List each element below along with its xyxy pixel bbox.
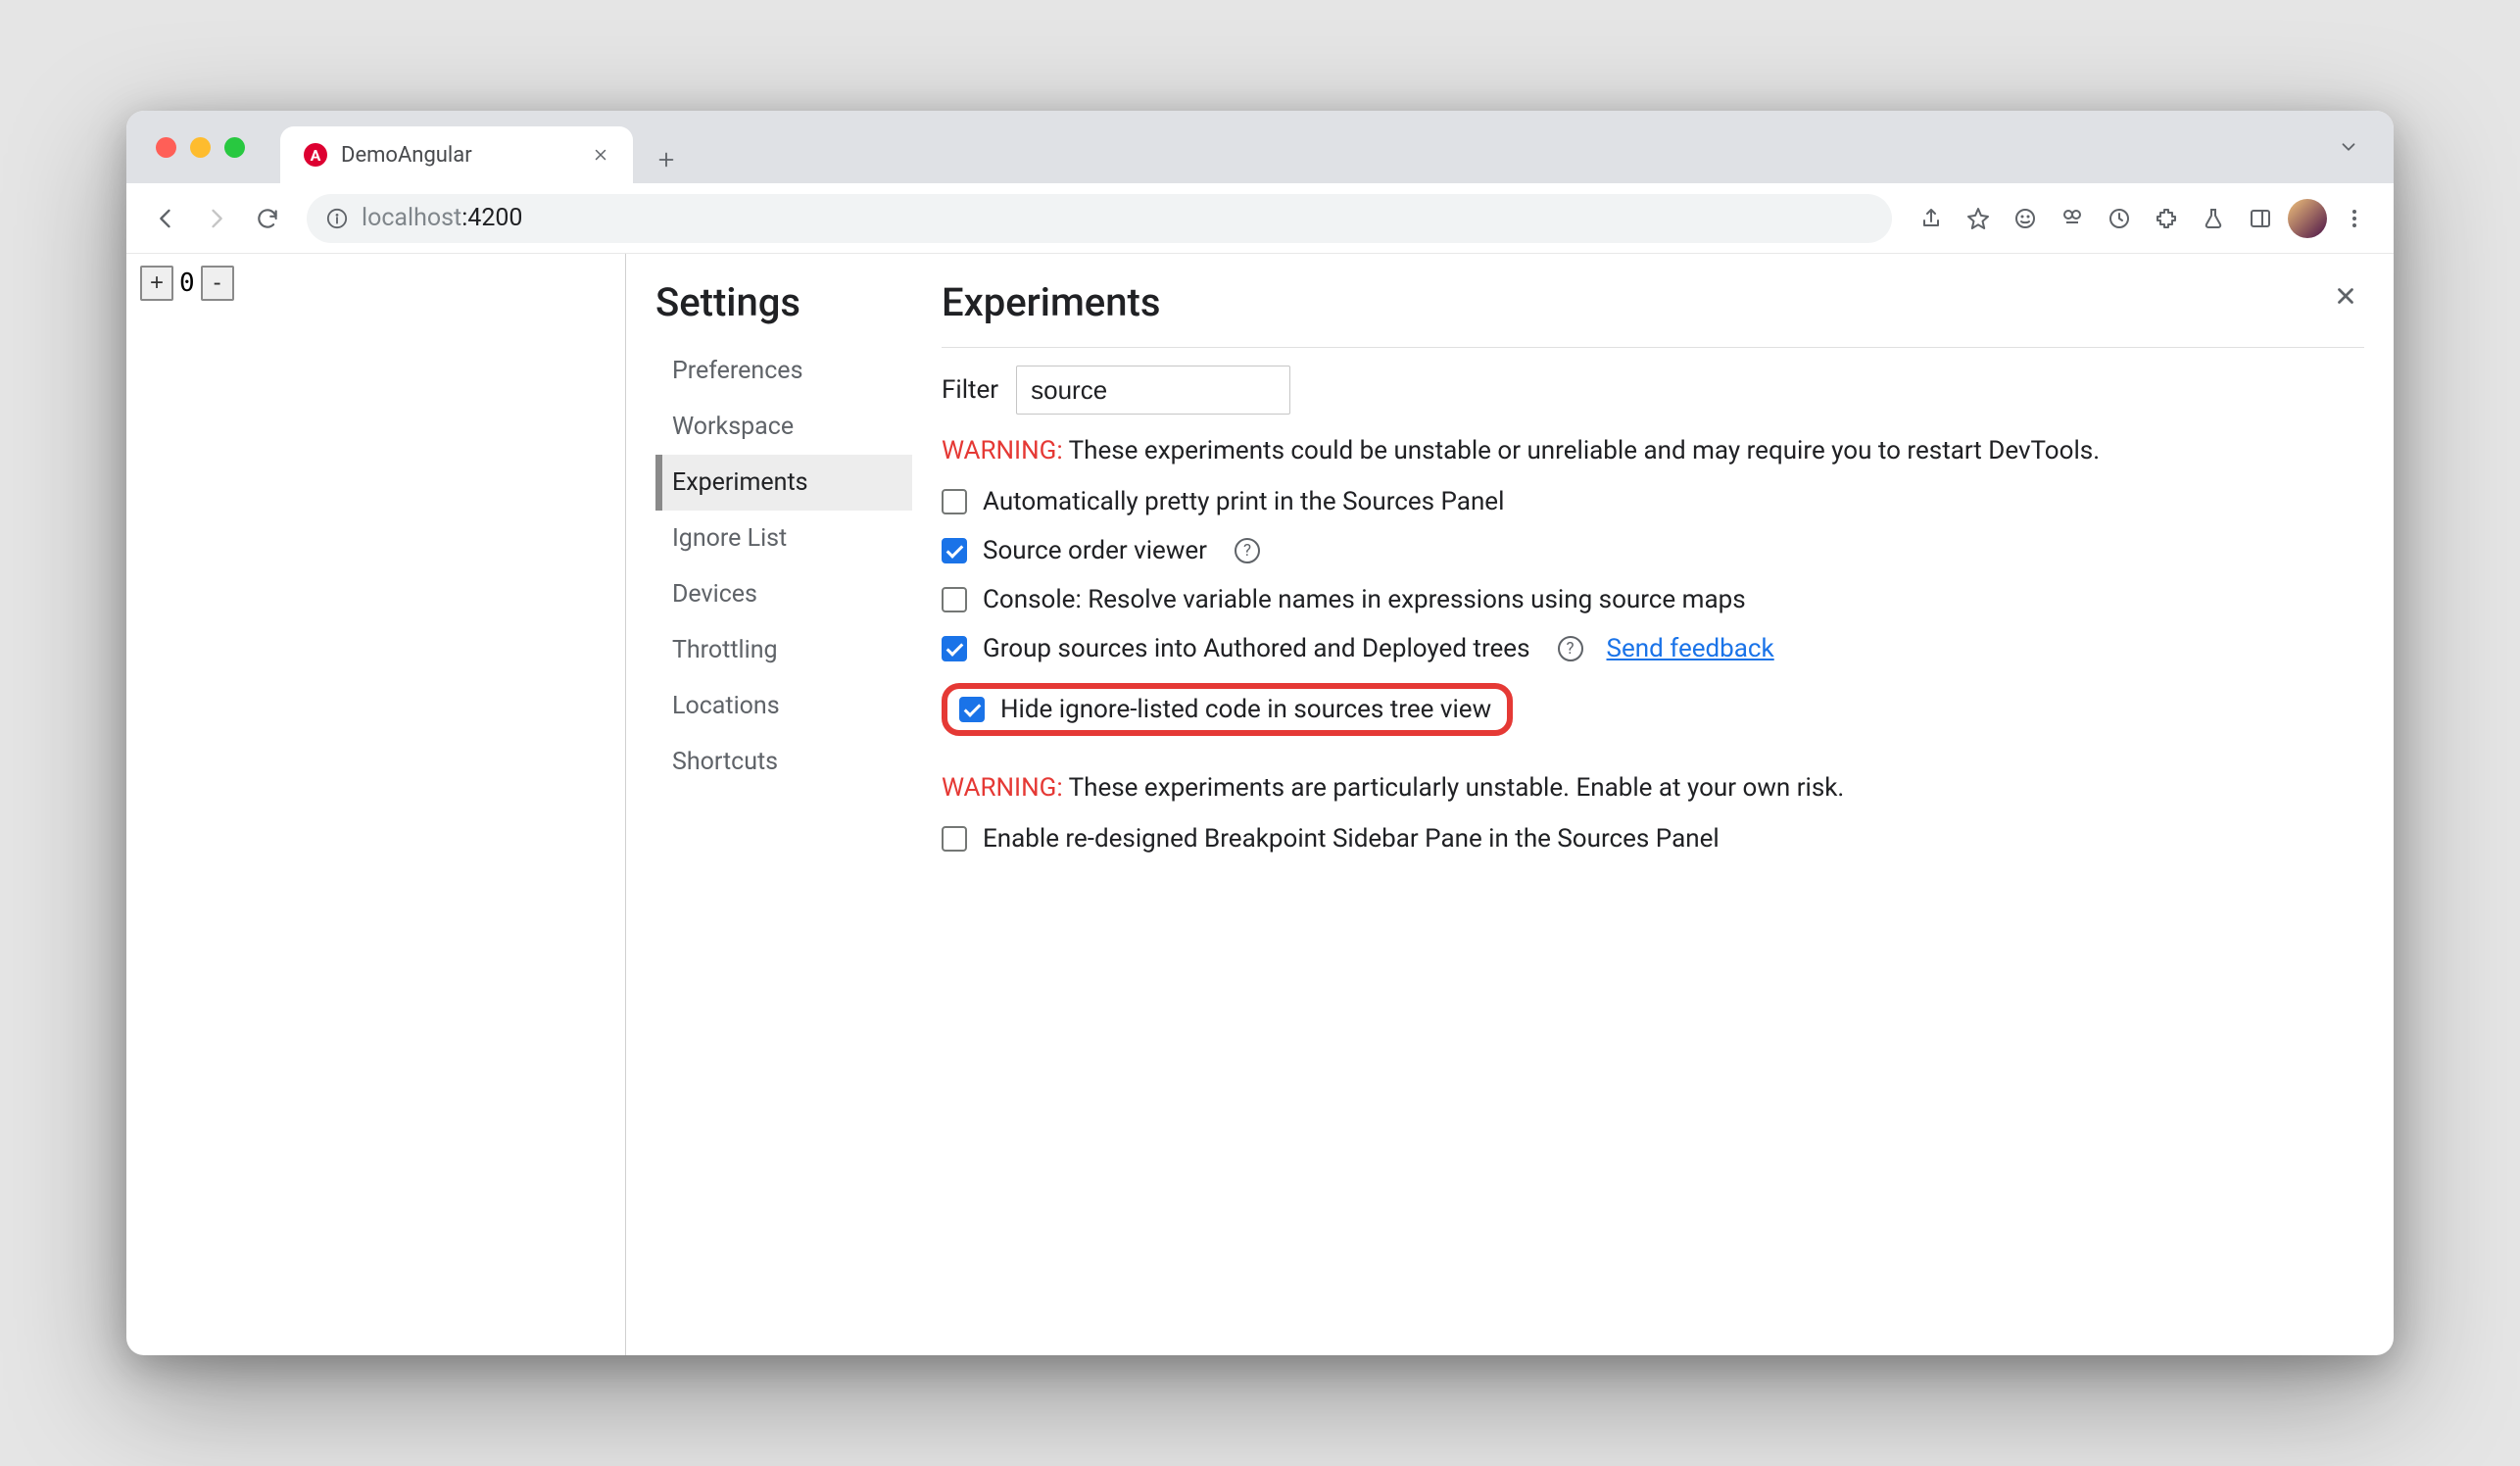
- filter-label: Filter: [942, 375, 998, 405]
- extension-2-icon[interactable]: [2051, 197, 2094, 240]
- warning-secondary: WARNING: These experiments are particula…: [942, 773, 2364, 803]
- browser-menu-icon[interactable]: [2333, 197, 2376, 240]
- settings-body: Settings PreferencesWorkspaceExperiments…: [626, 254, 2394, 1355]
- experiment-label: Source order viewer: [983, 536, 1207, 565]
- browser-window: A DemoAngular: [126, 111, 2394, 1355]
- labs-icon[interactable]: [2192, 197, 2235, 240]
- experiment-row: Source order viewer?: [942, 536, 2364, 565]
- experiment-row: Hide ignore-listed code in sources tree …: [942, 683, 2364, 736]
- experiments-list: Automatically pretty print in the Source…: [942, 487, 2364, 736]
- warning-label: WARNING:: [942, 773, 1063, 803]
- tabs: A DemoAngular: [280, 111, 690, 183]
- settings-nav-item[interactable]: Preferences: [655, 343, 912, 399]
- experiment-label: Group sources into Authored and Deployed…: [983, 634, 1530, 663]
- counter-value: 0: [175, 269, 199, 298]
- filter-row: Filter: [942, 366, 2364, 415]
- address-bar[interactable]: localhost:4200: [307, 194, 1892, 243]
- warning-label: WARNING:: [942, 436, 1063, 465]
- profile-avatar[interactable]: [2286, 197, 2329, 240]
- settings-nav-item[interactable]: Experiments: [655, 455, 912, 511]
- close-window-button[interactable]: [156, 137, 176, 158]
- page-viewport: + 0 -: [126, 254, 626, 1355]
- window-controls: [156, 137, 245, 158]
- experiment-label: Enable re-designed Breakpoint Sidebar Pa…: [983, 824, 1720, 854]
- devtools-settings: Settings PreferencesWorkspaceExperiments…: [626, 254, 2394, 1355]
- browser-tab[interactable]: A DemoAngular: [280, 126, 633, 183]
- close-tab-icon[interactable]: [592, 146, 609, 164]
- reload-button[interactable]: [246, 197, 289, 240]
- fullscreen-window-button[interactable]: [224, 137, 245, 158]
- warning-text: These experiments are particularly unsta…: [1063, 773, 1845, 803]
- settings-title: Settings: [655, 279, 912, 325]
- settings-nav-item[interactable]: Devices: [655, 566, 912, 622]
- experiment-row: Group sources into Authored and Deployed…: [942, 634, 2364, 663]
- share-icon[interactable]: [1910, 197, 1953, 240]
- warning-primary: WARNING: These experiments could be unst…: [942, 436, 2364, 465]
- settings-nav-item[interactable]: Throttling: [655, 622, 912, 678]
- browser-toolbar: localhost:4200: [126, 183, 2394, 254]
- experiment-checkbox[interactable]: [942, 826, 967, 852]
- site-info-icon[interactable]: [326, 208, 348, 229]
- divider: [942, 347, 2364, 348]
- tab-overflow-button[interactable]: [2327, 125, 2370, 169]
- forward-button[interactable]: [195, 197, 238, 240]
- settings-nav-item[interactable]: Workspace: [655, 399, 912, 455]
- content-area: + 0 - Settings PreferencesWorkspaceExper…: [126, 254, 2394, 1355]
- bookmark-icon[interactable]: [1957, 197, 2000, 240]
- extension-1-icon[interactable]: [2004, 197, 2047, 240]
- extension-3-icon[interactable]: [2098, 197, 2141, 240]
- back-button[interactable]: [144, 197, 187, 240]
- side-panel-icon[interactable]: [2239, 197, 2282, 240]
- experiment-checkbox[interactable]: [942, 538, 967, 563]
- experiment-label: Automatically pretty print in the Source…: [983, 487, 1504, 516]
- minimize-window-button[interactable]: [190, 137, 211, 158]
- settings-sidebar: Settings PreferencesWorkspaceExperiments…: [626, 254, 912, 1355]
- experiment-row: Automatically pretty print in the Source…: [942, 487, 2364, 516]
- experiment-row: Console: Resolve variable names in expre…: [942, 585, 2364, 614]
- url-port: :4200: [461, 204, 522, 232]
- help-icon[interactable]: ?: [1558, 636, 1583, 661]
- experiments-heading: Experiments: [942, 279, 2333, 325]
- tab-title: DemoAngular: [341, 143, 472, 168]
- counter-widget: + 0 -: [140, 266, 611, 301]
- experiment-checkbox[interactable]: [959, 697, 985, 722]
- warning-text: These experiments could be unstable or u…: [1063, 436, 2100, 465]
- toolbar-actions: [1910, 197, 2376, 240]
- feedback-link[interactable]: Send feedback: [1607, 634, 1774, 663]
- experiment-row: Enable re-designed Breakpoint Sidebar Pa…: [942, 824, 2364, 854]
- settings-nav-item[interactable]: Locations: [655, 678, 912, 734]
- tab-strip: A DemoAngular: [126, 111, 2394, 183]
- settings-nav-list: PreferencesWorkspaceExperimentsIgnore Li…: [655, 343, 912, 790]
- counter-increment-button[interactable]: +: [140, 266, 173, 301]
- help-icon[interactable]: ?: [1235, 538, 1260, 563]
- experiment-checkbox[interactable]: [942, 636, 967, 661]
- extensions-icon[interactable]: [2145, 197, 2188, 240]
- url-text: localhost:4200: [362, 204, 522, 232]
- close-settings-button[interactable]: [2333, 283, 2364, 315]
- filter-input[interactable]: [1016, 366, 1290, 415]
- new-tab-button[interactable]: [643, 136, 690, 183]
- experiment-checkbox[interactable]: [942, 587, 967, 612]
- experiments-list-unstable: Enable re-designed Breakpoint Sidebar Pa…: [942, 824, 2364, 854]
- settings-main: Experiments Filter WARNING: These experi…: [912, 254, 2394, 1355]
- counter-decrement-button[interactable]: -: [201, 266, 234, 301]
- experiment-label: Hide ignore-listed code in sources tree …: [1000, 695, 1491, 724]
- experiment-checkbox[interactable]: [942, 489, 967, 514]
- settings-nav-item[interactable]: Ignore List: [655, 511, 912, 566]
- settings-nav-item[interactable]: Shortcuts: [655, 734, 912, 790]
- url-host: localhost: [362, 204, 461, 232]
- tab-favicon-icon: A: [304, 143, 327, 167]
- experiment-label: Console: Resolve variable names in expre…: [983, 585, 1746, 614]
